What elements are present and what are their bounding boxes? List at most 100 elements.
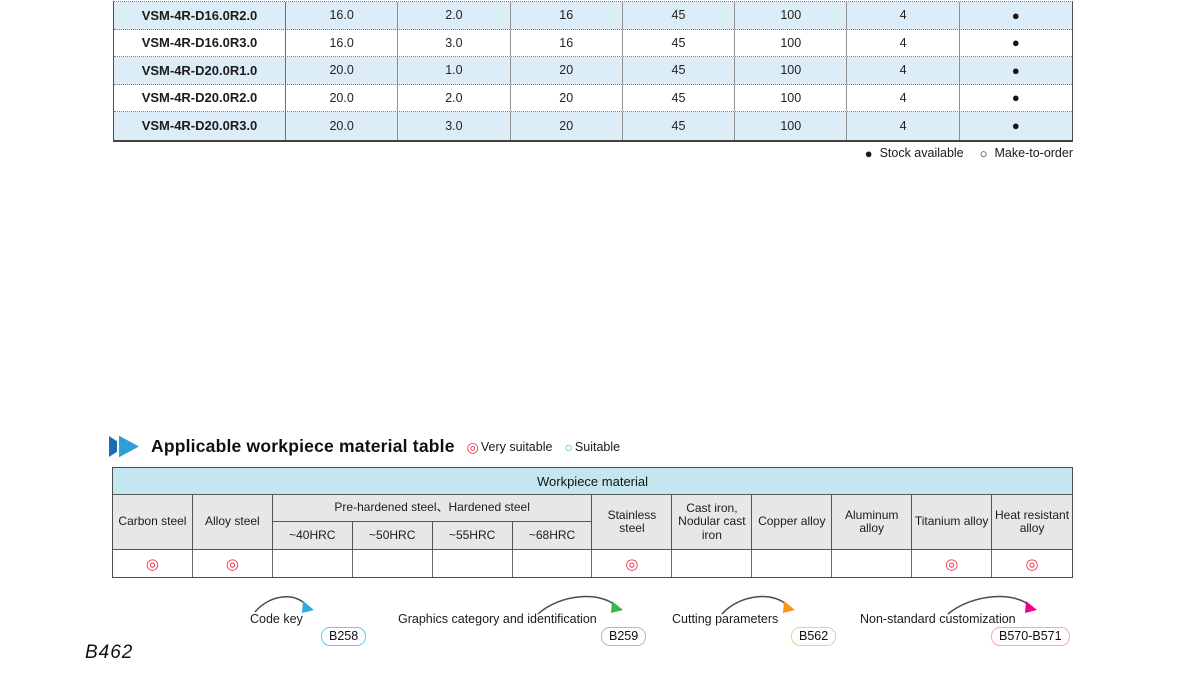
suitability-cell	[273, 550, 353, 577]
suitability-legend: ◎ Very suitable ○ Suitable	[467, 440, 620, 454]
curved-arrow-icon	[718, 592, 798, 624]
page-link-b258[interactable]: B258	[321, 627, 366, 646]
curved-arrow-icon	[252, 592, 318, 624]
section-title: Applicable workpiece material table	[151, 436, 455, 457]
cell: 20.0	[286, 85, 398, 112]
stock-available-label: Stock available	[880, 146, 964, 160]
curved-arrow-icon	[534, 592, 626, 624]
suitability-cell	[672, 550, 752, 577]
stock-available-dot: ●	[960, 112, 1072, 140]
model-cell: VSM-4R-D20.0R1.0	[114, 57, 286, 84]
suitability-cell	[832, 550, 912, 577]
cell: 20	[511, 112, 623, 140]
cell: 45	[623, 57, 735, 84]
cell: 1.0	[398, 57, 510, 84]
cell: 45	[623, 30, 735, 57]
cell: 16	[511, 30, 623, 57]
cell: 100	[735, 30, 847, 57]
page-link-b259[interactable]: B259	[601, 627, 646, 646]
column-header-50hrc: ~50HRC	[353, 522, 433, 549]
circle-icon: ○	[564, 440, 572, 454]
page-number: B462	[85, 642, 133, 664]
suitability-row: ◎ ◎ ◎ ◎ ◎	[113, 549, 1072, 577]
suitability-cell: ◎	[592, 550, 672, 577]
suitability-cell: ◎	[193, 550, 273, 577]
suitability-cell	[513, 550, 593, 577]
cell: 16.0	[286, 30, 398, 57]
suitability-cell: ◎	[113, 550, 193, 577]
cell: 100	[735, 85, 847, 112]
column-header-40hrc: ~40HRC	[273, 522, 353, 549]
suitability-cell	[433, 550, 513, 577]
bullseye-icon: ◎	[467, 440, 479, 454]
page-link-b562[interactable]: B562	[791, 627, 836, 646]
column-header-68hrc: ~68HRC	[513, 522, 593, 549]
cell: 4	[847, 30, 959, 57]
cell: 45	[623, 112, 735, 140]
column-header-aluminum-alloy: Aluminum alloy	[832, 495, 912, 549]
suitability-cell	[752, 550, 832, 577]
cell: 16	[511, 2, 623, 29]
filled-circle-icon: ●	[865, 147, 873, 160]
catalog-page: VSM-4R-D16.0R2.0 16.0 2.0 16 45 100 4 ● …	[0, 0, 1185, 687]
cell: 100	[735, 57, 847, 84]
stock-available-dot: ●	[960, 30, 1072, 57]
cell: 2.0	[398, 85, 510, 112]
page-link-b570-b571[interactable]: B570-B571	[991, 627, 1070, 646]
table-row: VSM-4R-D20.0R2.0 20.0 2.0 20 45 100 4 ●	[114, 85, 1072, 113]
cell: 2.0	[398, 2, 510, 29]
workpiece-material-table: Workpiece material Carbon steel Alloy st…	[112, 467, 1073, 578]
material-column-headers: Carbon steel Alloy steel Pre-hardened st…	[113, 495, 1072, 549]
cell: 4	[847, 2, 959, 29]
suitable-label: Suitable	[575, 440, 620, 454]
curved-arrow-icon	[944, 592, 1040, 624]
cell: 45	[623, 85, 735, 112]
cell: 16.0	[286, 2, 398, 29]
make-to-order-legend: ○ Make-to-order	[980, 146, 1073, 160]
column-header-copper-alloy: Copper alloy	[752, 495, 832, 549]
model-cell: VSM-4R-D16.0R2.0	[114, 2, 286, 29]
very-suitable-label: Very suitable	[481, 440, 553, 454]
column-header-carbon-steel: Carbon steel	[113, 495, 193, 549]
table-row: VSM-4R-D16.0R3.0 16.0 3.0 16 45 100 4 ●	[114, 30, 1072, 58]
make-to-order-label: Make-to-order	[995, 146, 1074, 160]
suitable-legend: ○ Suitable	[564, 440, 620, 454]
cell: 100	[735, 112, 847, 140]
cell: 20.0	[286, 57, 398, 84]
model-cell: VSM-4R-D20.0R2.0	[114, 85, 286, 112]
table-row: VSM-4R-D20.0R3.0 20.0 3.0 20 45 100 4 ●	[114, 112, 1072, 140]
stock-legend: ● Stock available ○ Make-to-order	[865, 146, 1073, 160]
cell: 3.0	[398, 30, 510, 57]
table-row: VSM-4R-D16.0R2.0 16.0 2.0 16 45 100 4 ●	[114, 2, 1072, 30]
cell: 20	[511, 85, 623, 112]
suitability-cell: ◎	[912, 550, 992, 577]
model-cell: VSM-4R-D20.0R3.0	[114, 112, 286, 140]
cell: 20.0	[286, 112, 398, 140]
model-cell: VSM-4R-D16.0R3.0	[114, 30, 286, 57]
column-group-hardened-steel: Pre-hardened steel、Hardened steel	[273, 495, 593, 522]
column-header-cast-iron: Cast iron, Nodular cast iron	[672, 495, 752, 549]
column-header-alloy-steel: Alloy steel	[193, 495, 273, 549]
cell: 4	[847, 57, 959, 84]
suitability-cell: ◎	[992, 550, 1072, 577]
product-table: VSM-4R-D16.0R2.0 16.0 2.0 16 45 100 4 ● …	[113, 1, 1073, 142]
double-arrow-icon	[108, 434, 142, 459]
cell: 4	[847, 85, 959, 112]
suitability-cell	[353, 550, 433, 577]
column-header-titanium-alloy: Titanium alloy	[912, 495, 992, 549]
cell: 100	[735, 2, 847, 29]
open-circle-icon: ○	[980, 147, 988, 160]
cell: 4	[847, 112, 959, 140]
stock-available-dot: ●	[960, 57, 1072, 84]
cell: 45	[623, 2, 735, 29]
stock-available-dot: ●	[960, 2, 1072, 29]
section-header: Applicable workpiece material table ◎ Ve…	[108, 434, 620, 459]
column-header-heat-resistant-alloy: Heat resistant alloy	[992, 495, 1072, 549]
very-suitable-legend: ◎ Very suitable	[467, 440, 553, 454]
cell: 3.0	[398, 112, 510, 140]
cell: 20	[511, 57, 623, 84]
stock-available-legend: ● Stock available	[865, 146, 964, 160]
stock-available-dot: ●	[960, 85, 1072, 112]
column-header-stainless-steel: Stainless steel	[592, 495, 672, 549]
column-header-55hrc: ~55HRC	[433, 522, 513, 549]
